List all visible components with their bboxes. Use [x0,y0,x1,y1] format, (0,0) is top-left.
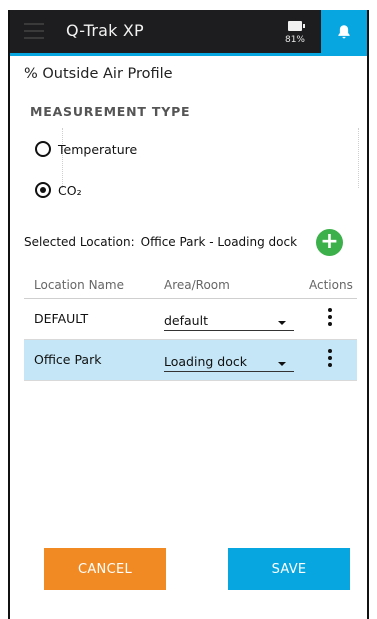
save-button[interactable]: SAVE [228,548,350,590]
caret-down-icon [278,321,286,325]
caret-down-icon [278,362,286,366]
radio-button[interactable] [35,182,51,198]
cancel-button[interactable]: CANCEL [44,548,166,590]
battery-indicator: 81% [280,18,310,48]
radio-label: Temperature [58,141,138,157]
battery-icon [288,21,305,31]
radio-co2[interactable]: CO₂ [35,182,82,198]
page-title: % Outside Air Profile [24,66,173,82]
battery-percent: 81% [284,35,305,45]
divider [62,128,64,188]
radio-label: CO₂ [58,182,82,198]
locations-table: Location Name Area/Room Actions DEFAULT … [24,276,357,381]
table-row-selected[interactable]: Office Park Loading dock [24,340,357,381]
selected-location-label: Selected Location: [24,235,135,249]
top-bar-accent [10,53,367,56]
location-name: Office Park [34,352,102,367]
table-row[interactable]: DEFAULT default [24,299,357,340]
selected-location-value: Office Park - Loading dock [140,235,298,249]
area-value: default [164,313,208,328]
radio-temperature[interactable]: Temperature [35,141,137,157]
table-header: Location Name Area/Room Actions [24,276,357,299]
divider [358,128,360,188]
selected-location: Selected Location: Office Park - Loading … [24,235,297,249]
column-header-actions: Actions [309,278,353,292]
measurement-type-heading: MEASUREMENT TYPE [30,104,191,119]
app-frame: Q-Trak XP 81% % Outside Air Profile MEAS… [8,10,369,619]
top-bar: Q-Trak XP 81% [10,10,367,53]
app-title: Q-Trak XP [66,21,144,40]
plus-icon: + [320,229,339,254]
bell-icon [338,24,350,38]
column-header-location-name: Location Name [34,278,124,292]
more-vert-icon[interactable] [326,349,334,371]
area-dropdown[interactable]: default [164,312,294,331]
add-location-button[interactable]: + [316,229,343,256]
area-value: Loading dock [164,354,247,369]
area-dropdown[interactable]: Loading dock [164,353,294,372]
more-vert-icon[interactable] [326,308,334,330]
column-header-area-room: Area/Room [164,278,230,292]
radio-button[interactable] [35,141,51,157]
notifications-button[interactable] [321,10,367,53]
location-name: DEFAULT [34,311,89,326]
menu-icon[interactable] [24,23,44,39]
